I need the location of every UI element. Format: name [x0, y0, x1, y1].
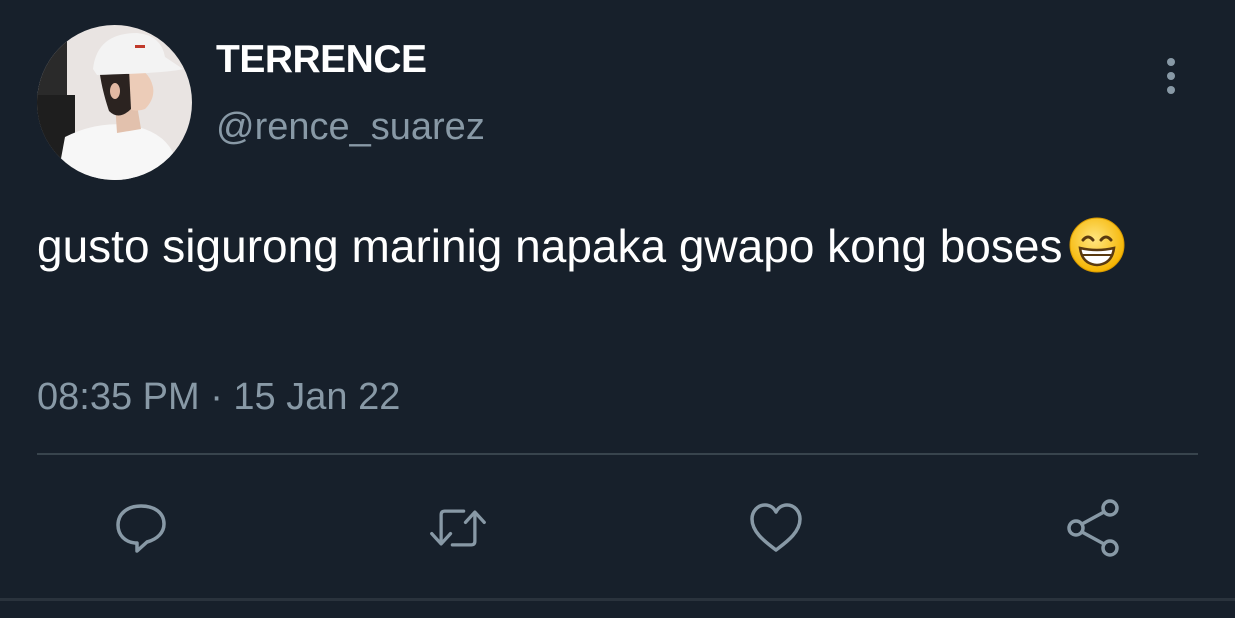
reply-icon[interactable] — [111, 498, 171, 558]
more-options-icon[interactable] — [1156, 56, 1186, 96]
user-handle[interactable]: @rence_suarez — [216, 106, 485, 149]
divider — [37, 453, 1198, 455]
display-name[interactable]: TERRENCE — [216, 38, 427, 82]
tweet-card: TERRENCE @rence_suarez gusto sigurong ma… — [0, 0, 1235, 618]
grinning-face-emoji-icon — [1068, 216, 1126, 274]
tweet-text-content: gusto sigurong marinig napaka gwapo kong… — [37, 220, 1063, 272]
share-icon[interactable] — [1064, 498, 1124, 558]
tweet-text: gusto sigurong marinig napaka gwapo kong… — [37, 216, 1187, 275]
like-icon[interactable] — [746, 498, 806, 558]
retweet-icon[interactable] — [428, 498, 488, 558]
avatar[interactable] — [37, 25, 192, 180]
tweet-timestamp[interactable]: 08:35 PM · 15 Jan 22 — [37, 376, 400, 419]
avatar-photo — [37, 25, 192, 180]
bottom-divider — [0, 598, 1235, 601]
